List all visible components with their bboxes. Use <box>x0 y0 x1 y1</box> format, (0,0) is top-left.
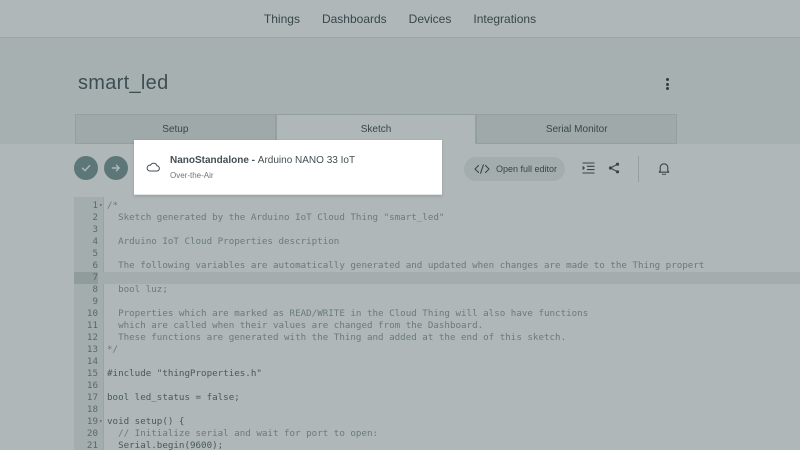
code-text: Sketch generated by the Arduino IoT Clou… <box>107 212 445 223</box>
code-text: These functions are generated with the T… <box>107 332 567 343</box>
page-title: smart_led <box>78 72 169 94</box>
code-line[interactable]: 10 Properties which are marked as READ/W… <box>74 308 800 320</box>
line-number: 5 <box>92 248 98 259</box>
line-number: 7 <box>74 272 98 284</box>
tab-serial-monitor[interactable]: Serial Monitor <box>476 114 678 144</box>
line-number: 20 <box>86 428 98 439</box>
line-number: 15 <box>86 368 98 379</box>
arrow-right-icon <box>111 164 120 172</box>
code-line[interactable]: 2 Sketch generated by the Arduino IoT Cl… <box>74 212 800 224</box>
code-line[interactable]: 16 <box>74 380 800 392</box>
code-line[interactable]: 19 ▾ void setup() { <box>74 416 800 428</box>
bell-icon <box>658 162 670 175</box>
code-line[interactable]: 11 which are called when their values ar… <box>74 320 800 332</box>
share-icon <box>608 162 620 174</box>
top-navigation: Things Dashboards Devices Integrations <box>0 0 800 38</box>
code-line[interactable]: 13 */ <box>74 344 800 356</box>
code-text: bool led_status = false; <box>107 392 240 403</box>
code-line[interactable]: 4 Arduino IoT Cloud Properties descripti… <box>74 236 800 248</box>
upload-button[interactable] <box>104 156 128 180</box>
board-name: Arduino NANO 33 IoT <box>257 155 356 166</box>
device-label: NanoStandalone - Arduino NANO 33 IoT <box>170 155 355 166</box>
code-text: Properties which are marked as READ/WRIT… <box>107 308 589 319</box>
line-number: 10 <box>86 308 98 319</box>
code-line[interactable]: 17 bool led_status = false; <box>74 392 800 404</box>
code-line[interactable]: 1 ▾ /* <box>74 200 800 212</box>
notifications-button[interactable] <box>656 160 672 176</box>
code-text: Serial.begin(9600); <box>107 440 224 450</box>
device-selector-option[interactable]: NanoStandalone - Arduino NANO 33 IoT Ove… <box>134 140 442 195</box>
line-number: 21 <box>86 440 98 450</box>
kebab-menu-icon[interactable] <box>660 76 674 92</box>
line-number: 1 <box>92 200 98 211</box>
indent-button[interactable] <box>580 160 596 176</box>
share-button[interactable] <box>606 160 622 176</box>
code-text: bool luz; <box>107 284 168 295</box>
code-line[interactable]: 14 <box>74 356 800 368</box>
line-number: 12 <box>86 332 98 343</box>
code-text: The following variables are automaticall… <box>107 260 705 271</box>
line-number: 9 <box>92 296 98 307</box>
line-number: 8 <box>92 284 98 295</box>
code-editor[interactable]: 1 ▾/* 2 Sketch generated by the Arduino Io… <box>74 197 800 450</box>
line-number: 11 <box>86 320 98 331</box>
line-number: 19 <box>86 416 98 427</box>
code-text: Arduino IoT Cloud Properties description <box>107 236 340 247</box>
code-text: /* <box>107 200 119 211</box>
line-number: 3 <box>92 224 98 235</box>
verify-button[interactable] <box>74 156 98 180</box>
code-line[interactable]: 12 These functions are generated with th… <box>74 332 800 344</box>
code-text: which are called when their values are c… <box>107 320 484 331</box>
code-line[interactable]: 18 <box>74 404 800 416</box>
code-text: void setup() { <box>107 416 185 427</box>
fold-toggle-icon[interactable]: ▾ <box>99 416 103 428</box>
checkmark-icon <box>81 164 91 172</box>
line-number: 16 <box>86 380 98 391</box>
line-number: 4 <box>92 236 98 247</box>
indent-icon <box>582 162 594 174</box>
code-line[interactable]: 6 The following variables are automatica… <box>74 260 800 272</box>
code-line[interactable]: 15 #include "thingProperties.h" <box>74 368 800 380</box>
line-number: 6 <box>92 260 98 271</box>
code-line[interactable]: 9 <box>74 296 800 308</box>
nav-link-things[interactable]: Things <box>264 12 300 26</box>
nav-link-devices[interactable]: Devices <box>409 12 452 26</box>
code-line[interactable]: 20 // Initialize serial and wait for por… <box>74 428 800 440</box>
cloud-icon <box>146 162 160 172</box>
upload-method: Over-the-Air <box>170 171 214 180</box>
open-full-editor-button[interactable]: Open full editor <box>464 157 565 181</box>
line-number: 17 <box>86 392 98 403</box>
code-text: */ <box>107 344 119 355</box>
code-line[interactable]: 5 <box>74 248 800 260</box>
code-text: #include "thingProperties.h" <box>107 368 262 379</box>
code-line[interactable]: 7 <box>74 272 800 284</box>
line-number: 14 <box>86 356 98 367</box>
code-line[interactable]: 21 Serial.begin(9600); <box>74 440 800 450</box>
device-separator: - <box>248 155 258 166</box>
toolbar-divider <box>638 156 639 182</box>
code-text: // Initialize serial and wait for port t… <box>107 428 379 439</box>
nav-link-dashboards[interactable]: Dashboards <box>322 12 387 26</box>
line-number: 13 <box>86 344 98 355</box>
device-name: NanoStandalone <box>170 155 249 166</box>
code-line[interactable]: 8 bool luz; <box>74 284 800 296</box>
code-line[interactable]: 3 <box>74 224 800 236</box>
line-number: 2 <box>92 212 98 223</box>
nav-link-integrations[interactable]: Integrations <box>473 12 536 26</box>
code-brackets-icon <box>474 164 490 174</box>
fold-toggle-icon[interactable]: ▾ <box>99 200 103 212</box>
open-full-editor-label: Open full editor <box>496 164 558 174</box>
line-number: 18 <box>86 404 98 415</box>
